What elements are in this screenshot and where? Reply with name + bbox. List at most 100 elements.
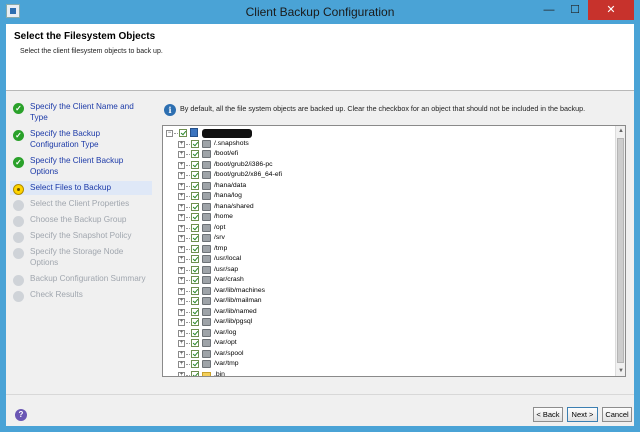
expand-icon[interactable]: + [178, 193, 185, 200]
tree-item[interactable]: + /hana/log [163, 191, 613, 202]
tree-item[interactable]: + /usr/local [163, 254, 613, 265]
tree-item[interactable]: + /var/opt [163, 338, 613, 349]
include-checkbox[interactable] [191, 339, 199, 347]
include-checkbox[interactable] [179, 129, 187, 137]
scroll-up-arrow-icon[interactable]: ▲ [617, 127, 625, 135]
expand-icon[interactable]: + [178, 224, 185, 232]
wizard-step-label: Select the Client Properties [30, 199, 130, 208]
include-checkbox[interactable] [191, 192, 199, 200]
expand-icon[interactable]: + [178, 245, 185, 253]
include-checkbox[interactable] [191, 171, 199, 179]
maximize-button[interactable]: ☐ [562, 0, 588, 20]
include-checkbox[interactable] [191, 286, 199, 295]
scroll-thumb[interactable] [617, 138, 624, 363]
include-checkbox[interactable] [191, 360, 199, 368]
expand-icon[interactable]: + [178, 214, 185, 221]
include-checkbox[interactable] [191, 307, 199, 316]
wizard-step-1[interactable]: ✓ Specify the Client Name and Type [10, 100, 152, 125]
check-circle-icon: ✓ [13, 130, 24, 141]
include-checkbox[interactable] [191, 150, 199, 158]
include-checkbox[interactable] [191, 318, 199, 326]
tree-item[interactable]: + /usr/sap [163, 265, 613, 276]
help-icon[interactable]: ? [15, 409, 27, 421]
tree-item[interactable]: + /var/tmp [163, 359, 613, 370]
include-checkbox[interactable] [191, 276, 199, 284]
tree-item[interactable]: + /hana/data [163, 181, 613, 192]
back-button[interactable]: < Back [533, 407, 563, 422]
wizard-step-label: Specify the Backup Configuration Type [30, 129, 101, 149]
include-checkbox[interactable] [191, 328, 199, 337]
tree-item[interactable]: + /var/log [163, 328, 613, 339]
tree-item-label: /var/spool [214, 349, 244, 357]
include-checkbox[interactable] [191, 139, 199, 148]
tree-item[interactable]: + /boot/efi [163, 149, 613, 160]
expand-icon[interactable]: + [178, 340, 185, 347]
drive-icon [202, 360, 211, 368]
collapse-icon[interactable]: − [166, 130, 173, 137]
expand-icon[interactable]: + [178, 256, 185, 263]
tree-item[interactable]: + /.snapshots [163, 139, 613, 150]
tree-item[interactable]: + /var/crash [163, 275, 613, 286]
expand-icon[interactable]: + [178, 287, 185, 295]
tree-item[interactable]: + /boot/grub2/i386-pc [163, 160, 613, 171]
tree-item-label: /var/lib/named [214, 307, 257, 315]
drive-icon [202, 234, 211, 242]
tree-item[interactable]: + /var/lib/machines [163, 286, 613, 297]
drive-icon [202, 265, 211, 274]
include-checkbox[interactable] [191, 297, 199, 305]
tree-item[interactable]: + /boot/grub2/x86_64-efi [163, 170, 613, 181]
include-checkbox[interactable] [191, 213, 199, 221]
include-checkbox[interactable] [191, 244, 199, 253]
tree-root-client[interactable]: − [163, 128, 613, 139]
tree-item[interactable]: + /tmp [163, 244, 613, 255]
include-checkbox[interactable] [191, 349, 199, 358]
tree-item[interactable]: + /home [163, 212, 613, 223]
tree-item[interactable]: + /var/lib/pgsql [163, 317, 613, 328]
expand-icon[interactable]: + [178, 298, 185, 305]
wizard-step-4[interactable]: Select Files to Backup [10, 181, 152, 195]
scroll-down-arrow-icon[interactable]: ▼ [617, 367, 625, 375]
include-checkbox[interactable] [191, 255, 199, 263]
expand-icon[interactable]: + [178, 371, 185, 376]
include-checkbox[interactable] [191, 202, 199, 211]
tree-item-label: /var/opt [214, 339, 237, 346]
expand-icon[interactable]: + [178, 172, 185, 179]
expand-icon[interactable]: + [178, 361, 185, 368]
expand-icon[interactable]: + [178, 235, 185, 242]
expand-icon[interactable]: + [178, 151, 185, 158]
wizard-step-3[interactable]: ✓ Specify the Client Backup Options [10, 154, 152, 179]
close-button[interactable]: ✕ [588, 0, 634, 20]
drive-icon [202, 349, 211, 358]
include-checkbox[interactable] [191, 370, 199, 376]
include-checkbox[interactable] [191, 181, 199, 190]
expand-icon[interactable]: + [178, 182, 185, 190]
tree-item[interactable]: + /var/lib/named [163, 307, 613, 318]
expand-icon[interactable]: + [178, 140, 185, 148]
filesystem-tree[interactable]: − +/.snapshots +/boot/efi +/boot/grub2/i386… [162, 125, 626, 377]
tree-item[interactable]: + /var/spool [163, 349, 613, 360]
include-checkbox[interactable] [191, 234, 199, 242]
expand-icon[interactable]: + [178, 350, 185, 358]
tree-item[interactable]: + /srv [163, 233, 613, 244]
drive-icon [202, 328, 211, 337]
tree-item[interactable]: + /hana/shared [163, 202, 613, 213]
expand-icon[interactable]: + [178, 277, 185, 284]
expand-icon[interactable]: + [178, 319, 185, 326]
include-checkbox[interactable] [191, 160, 199, 169]
expand-icon[interactable]: + [178, 329, 185, 337]
expand-icon[interactable]: + [178, 266, 185, 274]
include-checkbox[interactable] [191, 265, 199, 274]
tree-item[interactable]: + /opt [163, 223, 613, 234]
expand-icon[interactable]: + [178, 203, 185, 211]
tree-scrollbar[interactable]: ▲ ▼ [615, 126, 625, 376]
tree-item[interactable]: + /var/lib/mailman [163, 296, 613, 307]
next-button[interactable]: Next > [567, 407, 598, 422]
cancel-button[interactable]: Cancel [602, 407, 632, 422]
wizard-step-2[interactable]: ✓ Specify the Backup Configuration Type [10, 127, 152, 152]
expand-icon[interactable]: + [178, 308, 185, 316]
tree-item[interactable]: + .bin [163, 370, 613, 376]
include-checkbox[interactable] [191, 223, 199, 232]
minimize-button[interactable]: — [536, 0, 562, 20]
expand-icon[interactable]: + [178, 161, 185, 169]
drive-icon [202, 297, 211, 305]
